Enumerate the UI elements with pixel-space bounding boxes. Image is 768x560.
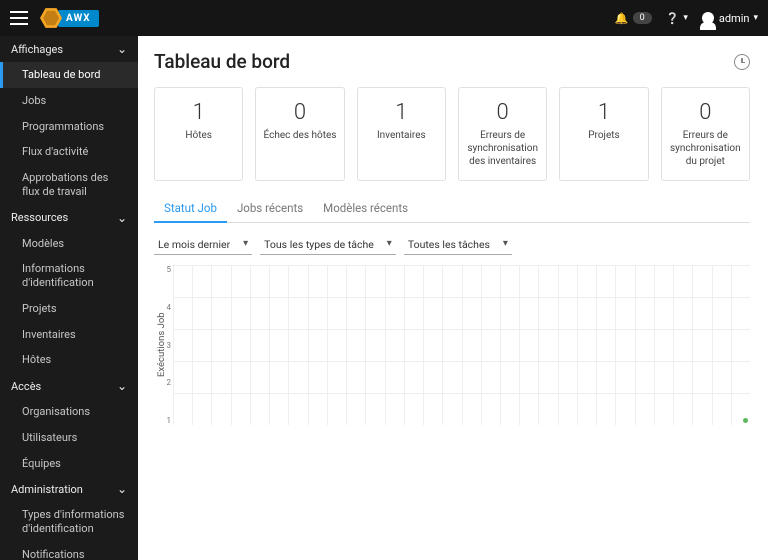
nav-group-header[interactable]: Administration ⌄ — [0, 476, 138, 502]
menu-toggle-button[interactable] — [10, 11, 28, 25]
sidebar-item[interactable]: Approbations des flux de travail — [0, 165, 138, 205]
y-tick: 1 — [159, 416, 171, 425]
summary-card[interactable]: 0 Erreurs de synchronisation du projet — [661, 87, 750, 181]
notifications-button[interactable]: 🔔 0 — [615, 12, 652, 25]
chevron-down-icon: ▾ — [753, 13, 758, 23]
nav-group-header[interactable]: Accès ⌄ — [0, 373, 138, 399]
sidebar-item[interactable]: Utilisateurs — [0, 425, 138, 451]
sidebar-item[interactable]: Flux d'activité — [0, 139, 138, 165]
sidebar: Affichages ⌄ Tableau de bordJobsProgrammat… — [0, 36, 138, 560]
sidebar-item[interactable]: Hôtes — [0, 347, 138, 373]
sidebar-item[interactable]: Jobs — [0, 88, 138, 114]
card-value: 1 — [364, 100, 439, 125]
summary-card[interactable]: 0 Échec des hôtes — [255, 87, 344, 181]
tabs: Statut JobJobs récentsModèles récents — [154, 195, 750, 223]
chart-grid — [173, 265, 750, 425]
username-label: admin — [719, 12, 750, 25]
filter-dropdown[interactable]: Le mois dernier — [154, 235, 252, 255]
card-value: 1 — [566, 100, 641, 125]
nav-group-label: Accès — [11, 380, 41, 393]
sidebar-item[interactable]: Types d'informations d'identification — [0, 502, 138, 542]
card-label: Erreurs de synchronisation du projet — [668, 129, 743, 168]
chevron-down-icon: ⌄ — [117, 482, 127, 496]
summary-card[interactable]: 1 Projets — [559, 87, 648, 181]
job-status-chart: Exécutions Job 54321 — [154, 265, 750, 425]
tab[interactable]: Statut Job — [154, 195, 227, 223]
card-value: 0 — [262, 100, 337, 125]
card-label: Projets — [566, 129, 641, 142]
tab[interactable]: Jobs récents — [227, 195, 313, 223]
grid-row — [173, 393, 750, 425]
chart-filters: Le mois dernier Tous les types de tâche To… — [154, 235, 750, 255]
card-value: 0 — [465, 100, 540, 125]
chart-data-point — [743, 418, 748, 423]
chevron-down-icon: ⌄ — [117, 42, 127, 56]
card-value: 0 — [668, 100, 743, 125]
sidebar-item[interactable]: Équipes — [0, 451, 138, 477]
filter-dropdown[interactable]: Toutes les tâches — [404, 235, 512, 255]
chart-y-ticks: 5 4 3 2 1 — [159, 265, 171, 425]
nav-group-label: Ressources — [11, 211, 68, 224]
user-icon — [702, 12, 714, 24]
bell-icon: 🔔 — [615, 12, 629, 25]
summary-card[interactable]: 0 Erreurs de synchronisation des inventai… — [458, 87, 547, 181]
y-tick: 3 — [159, 341, 171, 350]
y-tick: 4 — [159, 303, 171, 312]
card-label: Hôtes — [161, 129, 236, 142]
grid-row — [173, 297, 750, 329]
sidebar-item[interactable]: Organisations — [0, 399, 138, 425]
sidebar-item[interactable]: Modèles — [0, 231, 138, 257]
sidebar-item[interactable]: Tableau de bord — [0, 62, 138, 88]
history-icon[interactable] — [734, 54, 750, 70]
grid-row — [173, 329, 750, 361]
page-title: Tableau de bord — [154, 50, 290, 73]
chevron-down-icon: ⌄ — [117, 211, 127, 225]
card-label: Erreurs de synchronisation des inventair… — [465, 129, 540, 168]
tab[interactable]: Modèles récents — [313, 195, 418, 223]
card-label: Échec des hôtes — [262, 129, 337, 142]
nav-group-header[interactable]: Ressources ⌄ — [0, 205, 138, 231]
card-label: Inventaires — [364, 129, 439, 142]
logo-text: AWX — [58, 10, 99, 27]
grid-row — [173, 265, 750, 297]
filter-dropdown[interactable]: Tous les types de tâche — [260, 235, 396, 255]
help-menu[interactable]: ❔ ▾ — [666, 12, 688, 25]
chevron-down-icon: ⌄ — [117, 379, 127, 393]
sidebar-item[interactable]: Informations d'identification — [0, 256, 138, 296]
nav-group-label: Affichages — [11, 43, 63, 56]
chart-area: 54321 — [173, 265, 750, 425]
notification-badge: 0 — [633, 12, 652, 24]
sidebar-item[interactable]: Projets — [0, 296, 138, 322]
y-tick: 5 — [159, 265, 171, 274]
help-icon: ❔ — [666, 12, 680, 25]
y-tick: 2 — [159, 378, 171, 387]
nav-group-header[interactable]: Affichages ⌄ — [0, 36, 138, 62]
card-value: 1 — [161, 100, 236, 125]
chevron-down-icon: ▾ — [683, 13, 688, 23]
sidebar-item[interactable]: Inventaires — [0, 322, 138, 348]
sidebar-item[interactable]: Programmations — [0, 114, 138, 140]
logo[interactable]: AWX — [40, 7, 99, 29]
user-menu[interactable]: admin ▾ — [702, 12, 758, 25]
main-content: Tableau de bord 1 Hôtes 0 Échec des hôtes 1 I… — [138, 36, 768, 560]
nav-group-label: Administration — [11, 483, 83, 496]
summary-card[interactable]: 1 Hôtes — [154, 87, 243, 181]
grid-row — [173, 361, 750, 393]
sidebar-item[interactable]: Notifications — [0, 542, 138, 560]
summary-card[interactable]: 1 Inventaires — [357, 87, 446, 181]
topbar: AWX 🔔 0 ❔ ▾ admin ▾ — [0, 0, 768, 36]
summary-cards: 1 Hôtes 0 Échec des hôtes 1 Inventaires 0 Erreu… — [154, 87, 750, 181]
